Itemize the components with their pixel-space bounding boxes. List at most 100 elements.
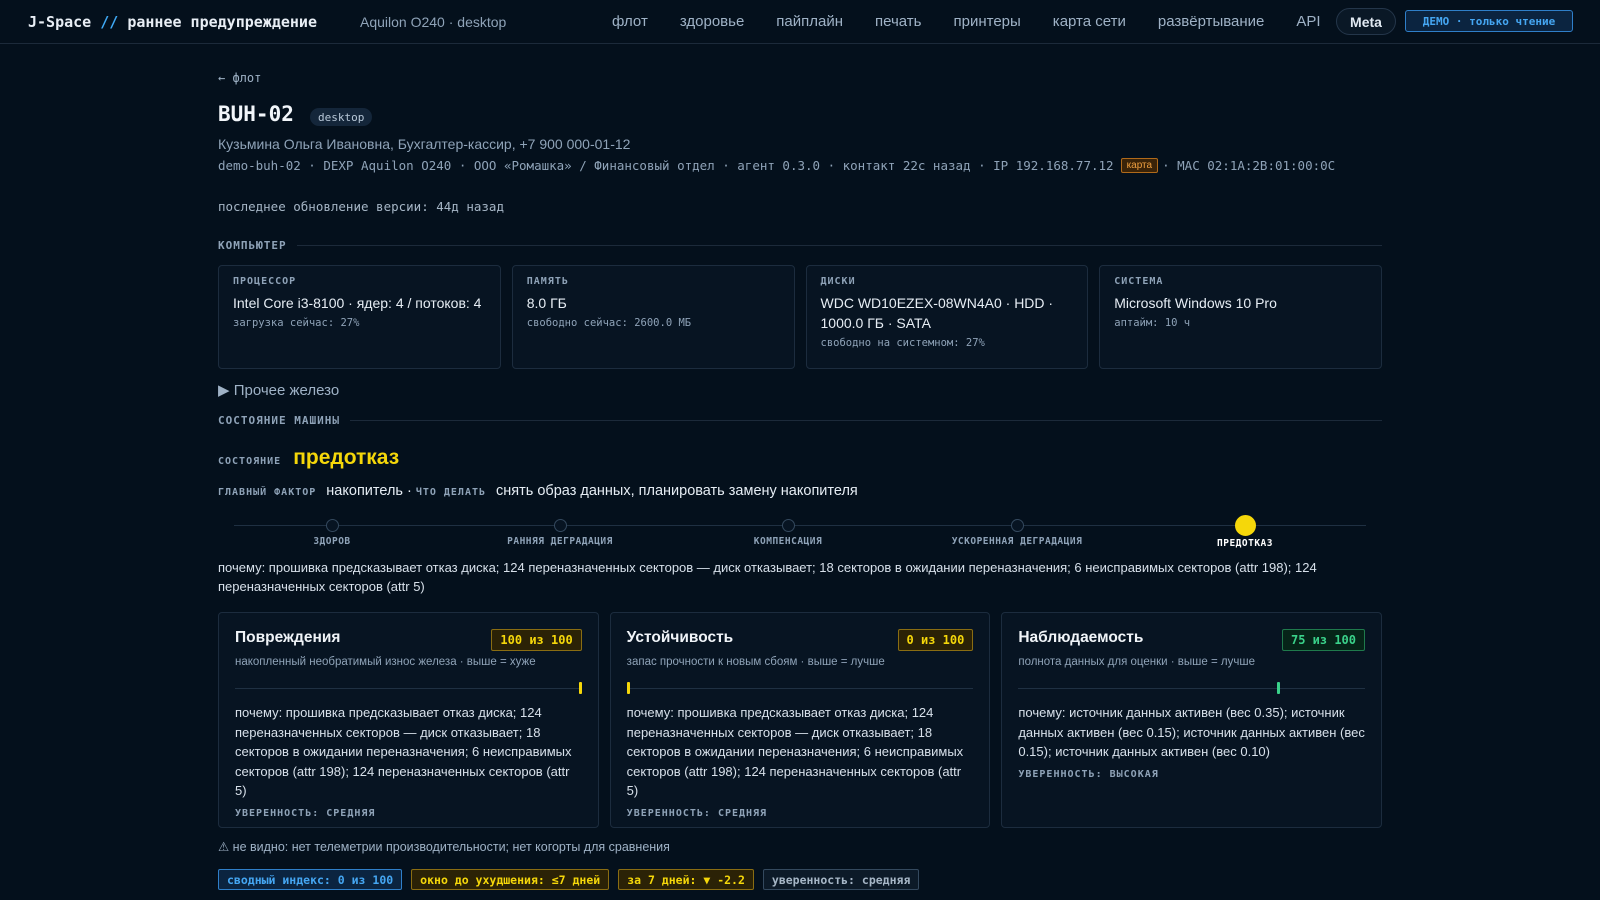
brand-slash: // xyxy=(100,13,119,31)
stage-pre-failure: ПРЕДОТКАЗ xyxy=(1145,514,1345,549)
score-explanation: почему: источник данных активен (вес 0.3… xyxy=(1018,705,1365,759)
stage-node xyxy=(1234,515,1256,536)
todo-label: ЧТО ДЕЛАТЬ xyxy=(415,487,487,498)
brand-title: раннее предупреждение xyxy=(127,13,317,31)
score-card-damage: Повреждения 100 из 100 накопленный необр… xyxy=(218,612,599,828)
hw-value: 8.0 ГБ xyxy=(526,295,567,311)
hw-label: ДИСКИ xyxy=(820,276,856,287)
nav-item-network-map[interactable]: карта сети xyxy=(1053,13,1126,30)
hw-card-cpu: ПРОЦЕССОР Intel Core i3-8100 · ядер: 4 /… xyxy=(218,265,501,369)
stage-label: РАННЯЯ ДЕГРАДАЦИЯ xyxy=(507,536,613,547)
hw-value: Microsoft Windows 10 Pro xyxy=(1114,295,1277,311)
section-divider xyxy=(296,244,1382,246)
machine-state-row: СОСТОЯНИЕ предотказ xyxy=(218,446,399,470)
hw-card-memory: ПАМЯТЬ 8.0 ГБ свободно сейчас: 2600.0 МБ xyxy=(511,265,795,369)
section-machine-state: СОСТОЯНИЕ МАШИНЫ xyxy=(218,413,1382,427)
main-factor-value: накопитель xyxy=(326,483,403,499)
score-bar-rail xyxy=(1018,688,1366,689)
hw-sub: свободно на системном: 27% xyxy=(820,337,985,349)
section-computer: КОМПЬЮТЕР xyxy=(218,238,1382,252)
hw-label: СИСТЕМА xyxy=(1114,276,1164,287)
hw-sub: загрузка сейчас: 27% xyxy=(233,317,360,329)
nav-item-fleet[interactable]: флот xyxy=(612,13,648,30)
main-factor-label: ГЛАВНЫЙ ФАКТОР xyxy=(218,487,317,498)
host-mac: · MAC 02:1A:2B:01:00:0C xyxy=(1162,158,1336,173)
score-badge: 100 из 100 xyxy=(491,629,582,651)
score-description: запас прочности к новым сбоям · выше = л… xyxy=(626,656,885,668)
score-bar-rail xyxy=(626,688,974,689)
degradation-timeline: ЗДОРОВ РАННЯЯ ДЕГРАДАЦИЯ КОМПЕНСАЦИЯ УСК… xyxy=(234,514,1382,550)
nav-item-print[interactable]: печать xyxy=(875,13,921,30)
stage-label: КОМПЕНСАЦИЯ xyxy=(753,536,823,547)
stage-accelerated-degradation: УСКОРЕННАЯ ДЕГРАДАЦИЯ xyxy=(917,514,1117,547)
chip-degradation-window: окно до ухудшения: ≤7 дней xyxy=(411,869,610,890)
score-description: накопленный необратимый износ железа · в… xyxy=(235,656,536,668)
nav-item-deployment[interactable]: развёртывание xyxy=(1158,13,1265,30)
todo-value: снять образ данных, планировать замену н… xyxy=(496,483,858,499)
summary-chips: сводный индекс: 0 из 100 окно до ухудшен… xyxy=(218,869,920,890)
section-computer-title: КОМПЬЮТЕР xyxy=(218,238,287,252)
meta-button[interactable]: Meta xyxy=(1336,8,1396,35)
score-bar xyxy=(626,682,974,694)
score-card-resilience: Устойчивость 0 из 100 запас прочности к … xyxy=(609,612,991,828)
score-confidence: УВЕРЕННОСТЬ: СРЕДНЯЯ xyxy=(626,807,768,819)
hw-label: ПАМЯТЬ xyxy=(526,276,569,287)
chip-7day-trend: за 7 дней: ▼ -2.2 xyxy=(618,869,754,890)
score-cards: Повреждения 100 из 100 накопленный необр… xyxy=(218,612,1383,828)
page-subtitle: Aquilon O240 · desktop xyxy=(360,14,507,30)
network-map-badge[interactable]: карта xyxy=(1120,158,1159,173)
stage-compensation: КОМПЕНСАЦИЯ xyxy=(688,514,888,547)
stage-label: ПРЕДОТКАЗ xyxy=(1217,538,1273,549)
score-bar-marker xyxy=(1277,682,1281,694)
section-machine-state-title: СОСТОЯНИЕ МАШИНЫ xyxy=(218,413,340,427)
brand-prefix: J-Space xyxy=(28,13,92,31)
host-owner: Кузьмина Ольга Ивановна, Бухгалтер-касси… xyxy=(218,136,631,152)
other-hardware-toggle[interactable]: ▶ Прочее железо xyxy=(218,381,339,399)
stage-node xyxy=(325,519,339,532)
hw-value: Intel Core i3-8100 · ядер: 4 / потоков: … xyxy=(233,295,482,311)
score-badge: 0 из 100 xyxy=(897,629,974,651)
stage-node xyxy=(553,519,567,532)
nav-item-api[interactable]: API xyxy=(1296,13,1320,30)
score-badge: 75 из 100 xyxy=(1281,629,1366,651)
score-bar-marker xyxy=(579,682,582,694)
hw-label: ПРОЦЕССОР xyxy=(233,276,297,287)
hardware-cards: ПРОЦЕССОР Intel Core i3-8100 · ядер: 4 /… xyxy=(218,265,1382,369)
nav-item-pipeline[interactable]: пайплайн xyxy=(776,13,843,30)
state-explanation: почему: прошивка предсказывает отказ дис… xyxy=(218,560,1317,594)
main-factor-row: ГЛАВНЫЙ ФАКТОР накопитель · ЧТО ДЕЛАТЬ с… xyxy=(218,483,858,499)
top-bar: J-Space // раннее предупреждение Aquilon… xyxy=(0,0,1600,44)
host-name: BUH-02 xyxy=(218,102,294,126)
hw-sub: свободно сейчас: 2600.0 МБ xyxy=(526,317,692,329)
missing-data-warning: ⚠ не видно: нет телеметрии производитель… xyxy=(218,840,670,854)
chip-composite-index: сводный индекс: 0 из 100 xyxy=(218,869,403,890)
score-confidence: УВЕРЕННОСТЬ: ВЫСОКАЯ xyxy=(1018,768,1159,780)
nav-item-printers[interactable]: принтеры xyxy=(954,13,1021,30)
back-to-fleet-link[interactable]: ← флот xyxy=(218,71,261,85)
hw-card-system: СИСТЕМА Microsoft Windows 10 Pro аптайм:… xyxy=(1099,265,1382,369)
app-brand[interactable]: J-Space // раннее предупреждение xyxy=(28,13,317,31)
stage-healthy: ЗДОРОВ xyxy=(232,514,432,547)
hw-value: WDC WD10EZEX-08WN4A0 · HDD · 1000.0 ГБ ·… xyxy=(820,295,1054,331)
state-label: СОСТОЯНИЕ xyxy=(218,456,282,467)
score-bar-rail xyxy=(235,688,582,689)
stage-early-degradation: РАННЯЯ ДЕГРАДАЦИЯ xyxy=(460,514,660,547)
demo-readonly-badge: ДЕМО · только чтение xyxy=(1405,10,1573,32)
nav-item-health[interactable]: здоровье xyxy=(680,13,744,30)
host-facts: demo-buh-02 · DEXP Aquilon O240 · ООО «Р… xyxy=(218,158,1335,173)
host-type-tag: desktop xyxy=(310,108,373,126)
hw-card-disks: ДИСКИ WDC WD10EZEX-08WN4A0 · HDD · 1000.… xyxy=(805,265,1089,369)
last-version-update: последнее обновление версии: 44д назад xyxy=(218,199,504,214)
score-explanation: почему: прошивка предсказывает отказ дис… xyxy=(626,705,964,798)
stage-label: ЗДОРОВ xyxy=(313,536,351,547)
score-card-observability: Наблюдаемость 75 из 100 полнота данных д… xyxy=(1001,612,1383,828)
main-nav: флот здоровье пайплайн печать принтеры к… xyxy=(612,13,1321,30)
score-bar xyxy=(1018,682,1366,694)
score-description: полнота данных для оценки · выше = лучше xyxy=(1018,656,1255,668)
stage-node xyxy=(1010,519,1024,532)
score-explanation: почему: прошивка предсказывает отказ дис… xyxy=(235,705,572,798)
score-confidence: УВЕРЕННОСТЬ: СРЕДНЯЯ xyxy=(235,807,376,819)
section-divider xyxy=(349,419,1382,421)
host-facts-text: demo-buh-02 · DEXP Aquilon O240 · ООО «Р… xyxy=(218,158,1114,173)
score-bar xyxy=(235,682,582,694)
